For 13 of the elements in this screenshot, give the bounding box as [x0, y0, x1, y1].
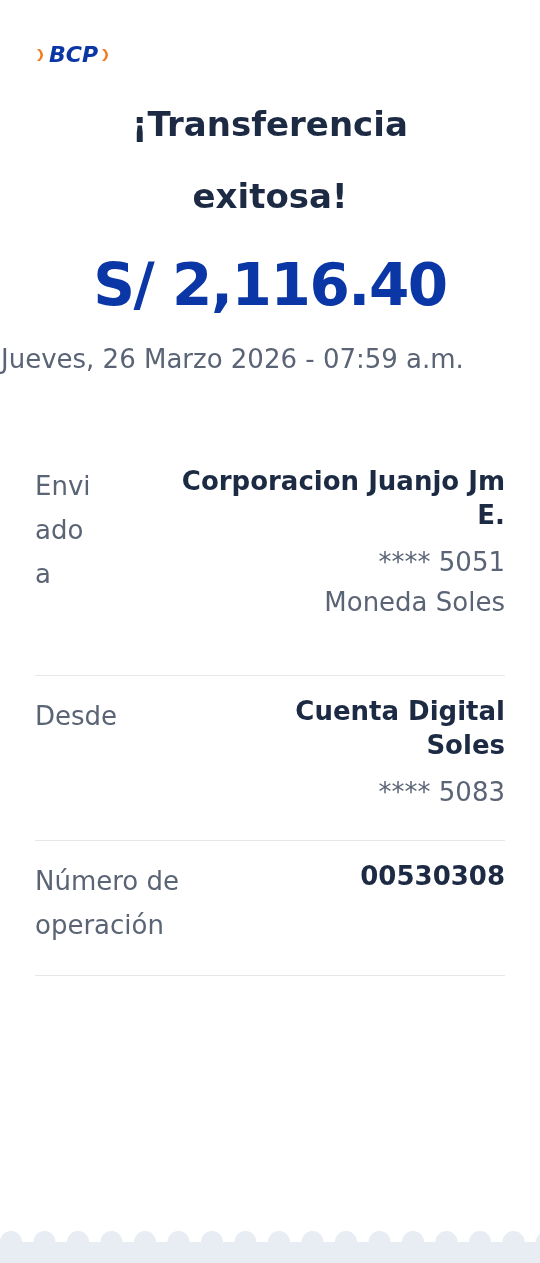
detail-label: Número de operación [35, 865, 181, 942]
amount: S/ 2,116.40 [92, 250, 448, 321]
detail-value: **** 5083 [378, 776, 505, 809]
date-time: Jueves, 26 Marzo 2026 - 07:59 a.m. [0, 343, 465, 376]
title: ¡Transferencia exitosa! [131, 103, 409, 218]
detail-value: Cuenta Digital Soles [294, 695, 505, 762]
detail-value: **** 5051 [378, 546, 505, 579]
detail-value: 00530308 [360, 860, 505, 893]
detail-value: Corporacion Juanjo Jm E. [180, 465, 505, 532]
detail-label: Enviado a [35, 470, 92, 591]
logo-text: BCP [49, 44, 99, 66]
detail-value: Moneda Soles [324, 586, 505, 619]
detail-label: Desde [35, 700, 119, 733]
